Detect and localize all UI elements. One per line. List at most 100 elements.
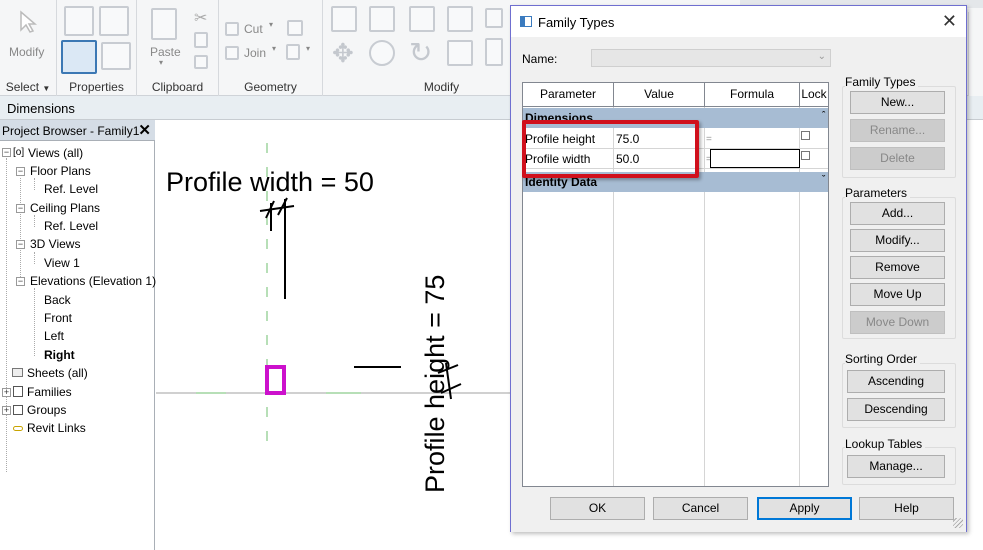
- tree-item-left[interactable]: Left: [44, 328, 64, 344]
- tree-item-floor-plans[interactable]: Floor Plans: [30, 163, 91, 179]
- add-parameter-button[interactable]: Add...: [850, 202, 945, 225]
- lock-checkbox[interactable]: [801, 131, 810, 140]
- properties-icon[interactable]: [61, 40, 97, 74]
- name-label: Name:: [522, 52, 558, 66]
- rotate-icon[interactable]: ↻: [409, 36, 432, 69]
- tree-item-sheets[interactable]: Sheets (all): [27, 365, 88, 381]
- tree-item-views[interactable]: Views (all): [28, 145, 83, 161]
- delete-type-button[interactable]: Delete: [850, 147, 945, 170]
- join-dropdown-icon[interactable]: ▾: [272, 44, 276, 53]
- join-icon[interactable]: [225, 46, 239, 60]
- ascending-button[interactable]: Ascending: [847, 370, 945, 393]
- tree-expander[interactable]: +: [2, 388, 11, 397]
- column-header-parameter[interactable]: Parameter: [523, 83, 614, 107]
- move-icon[interactable]: ✥: [332, 38, 354, 69]
- ribbon-group-properties-label: Properties: [69, 80, 124, 94]
- param-formula-cell[interactable]: =: [705, 129, 800, 149]
- dialog-title-bar: Family Types ✕: [511, 6, 966, 37]
- close-icon[interactable]: ✕: [942, 11, 957, 32]
- column-header-formula[interactable]: Formula: [705, 83, 800, 107]
- parameters-group-title: Parameters: [845, 186, 911, 200]
- cancel-button[interactable]: Cancel: [653, 497, 748, 520]
- close-icon[interactable]: ✕: [138, 121, 151, 139]
- paste-dropdown-icon[interactable]: ▾: [159, 58, 163, 67]
- paste-button-label[interactable]: Paste: [150, 45, 181, 59]
- move-up-button[interactable]: Move Up: [850, 283, 945, 306]
- tree-expander[interactable]: −: [16, 204, 25, 213]
- drawing-canvas[interactable]: Profile width = 50 Profile height = 75: [156, 121, 510, 550]
- canvas-right-edge: [966, 121, 983, 550]
- height-dimension-label[interactable]: Profile height = 75: [420, 275, 451, 493]
- modify-button-label[interactable]: Modify: [9, 45, 44, 59]
- options-bar-label: Dimensions: [7, 101, 75, 116]
- tree-item-revit-links[interactable]: Revit Links: [27, 420, 86, 436]
- split-face-icon[interactable]: [286, 44, 300, 60]
- new-type-button[interactable]: New...: [850, 91, 945, 114]
- tree-expander[interactable]: +: [2, 406, 11, 415]
- param-formula-cell[interactable]: =: [705, 149, 800, 169]
- descending-button[interactable]: Descending: [847, 398, 945, 421]
- move-down-button[interactable]: Move Down: [850, 311, 945, 334]
- help-button[interactable]: Help: [859, 497, 954, 520]
- project-browser-header: Project Browser - Family1 ✕: [0, 120, 155, 141]
- scissors-icon[interactable]: ✂: [194, 8, 207, 28]
- copy-element-icon[interactable]: [369, 40, 395, 66]
- wall-join-icon[interactable]: [287, 20, 303, 36]
- ribbon-group-properties: Properties: [57, 0, 137, 96]
- resize-grip-icon[interactable]: [953, 518, 963, 528]
- profile-rectangle[interactable]: [265, 365, 286, 395]
- cope-icon[interactable]: [225, 22, 239, 36]
- tree-item-3d-views[interactable]: 3D Views: [30, 236, 80, 252]
- family-types-dialog: Family Types ✕ Name: ⌄ Parameter Value F…: [510, 5, 967, 532]
- tree-item-front[interactable]: Front: [44, 310, 72, 326]
- cut-button-label[interactable]: Cut: [244, 22, 263, 36]
- tree-item-groups[interactable]: Groups: [27, 402, 66, 418]
- cut-dropdown-icon[interactable]: ▾: [269, 20, 273, 29]
- expand-icon[interactable]: ˇ: [822, 169, 825, 189]
- apply-button[interactable]: Apply: [757, 497, 852, 520]
- tree-expander[interactable]: −: [16, 240, 25, 249]
- trim-icon[interactable]: [447, 40, 473, 66]
- dialog-footer: OK Cancel Apply Help: [511, 490, 966, 532]
- mirror-axis-icon[interactable]: [409, 6, 435, 32]
- lock-checkbox[interactable]: [801, 151, 810, 160]
- array-icon[interactable]: [485, 38, 503, 66]
- ribbon-group-select-label[interactable]: Select ▼: [0, 80, 56, 94]
- column-header-lock[interactable]: Lock: [800, 83, 828, 107]
- copy-icon[interactable]: [194, 32, 208, 48]
- name-dropdown[interactable]: ⌄: [591, 49, 831, 67]
- offset-icon[interactable]: [369, 6, 395, 32]
- paste-icon[interactable]: [151, 8, 177, 40]
- tree-item-families[interactable]: Families: [27, 384, 72, 400]
- tree-item-elevations[interactable]: Elevations (Elevation 1): [30, 273, 156, 289]
- modify-parameter-button[interactable]: Modify...: [850, 229, 945, 252]
- collapse-icon[interactable]: ˆ: [822, 105, 825, 125]
- tree-item-ref-level[interactable]: Ref. Level: [44, 181, 98, 197]
- project-browser-title: Project Browser - Family1: [2, 124, 140, 138]
- join-button-label[interactable]: Join: [244, 46, 266, 60]
- tree-item-ceiling-plans[interactable]: Ceiling Plans: [30, 200, 100, 216]
- align-icon[interactable]: [331, 6, 357, 32]
- tree-expander[interactable]: −: [16, 167, 25, 176]
- manage-lookup-button[interactable]: Manage...: [847, 455, 945, 478]
- formula-input[interactable]: [710, 149, 800, 168]
- column-header-value[interactable]: Value: [614, 83, 705, 107]
- remove-parameter-button[interactable]: Remove: [850, 256, 945, 279]
- ok-button[interactable]: OK: [550, 497, 645, 520]
- width-dimension-label[interactable]: Profile width = 50: [166, 167, 374, 198]
- tree-item-back[interactable]: Back: [44, 292, 71, 308]
- tree-item-ref-level[interactable]: Ref. Level: [44, 218, 98, 234]
- ribbon-group-clipboard: Paste ▾ ✂ Clipboard: [137, 0, 219, 96]
- tree-item-right[interactable]: Right: [44, 347, 75, 363]
- split-icon[interactable]: [485, 8, 503, 28]
- family-types-icon[interactable]: [101, 42, 131, 70]
- tree-expander[interactable]: −: [2, 148, 11, 157]
- tree-item-view-1[interactable]: View 1: [44, 255, 80, 271]
- rename-type-button[interactable]: Rename...: [850, 119, 945, 142]
- mirror-draw-icon[interactable]: [447, 6, 473, 32]
- tree-expander[interactable]: −: [16, 277, 25, 286]
- type-properties-icon[interactable]: [64, 6, 94, 36]
- split-dropdown-icon[interactable]: ▾: [306, 44, 310, 53]
- family-category-icon[interactable]: [99, 6, 129, 36]
- match-properties-icon[interactable]: [194, 55, 208, 69]
